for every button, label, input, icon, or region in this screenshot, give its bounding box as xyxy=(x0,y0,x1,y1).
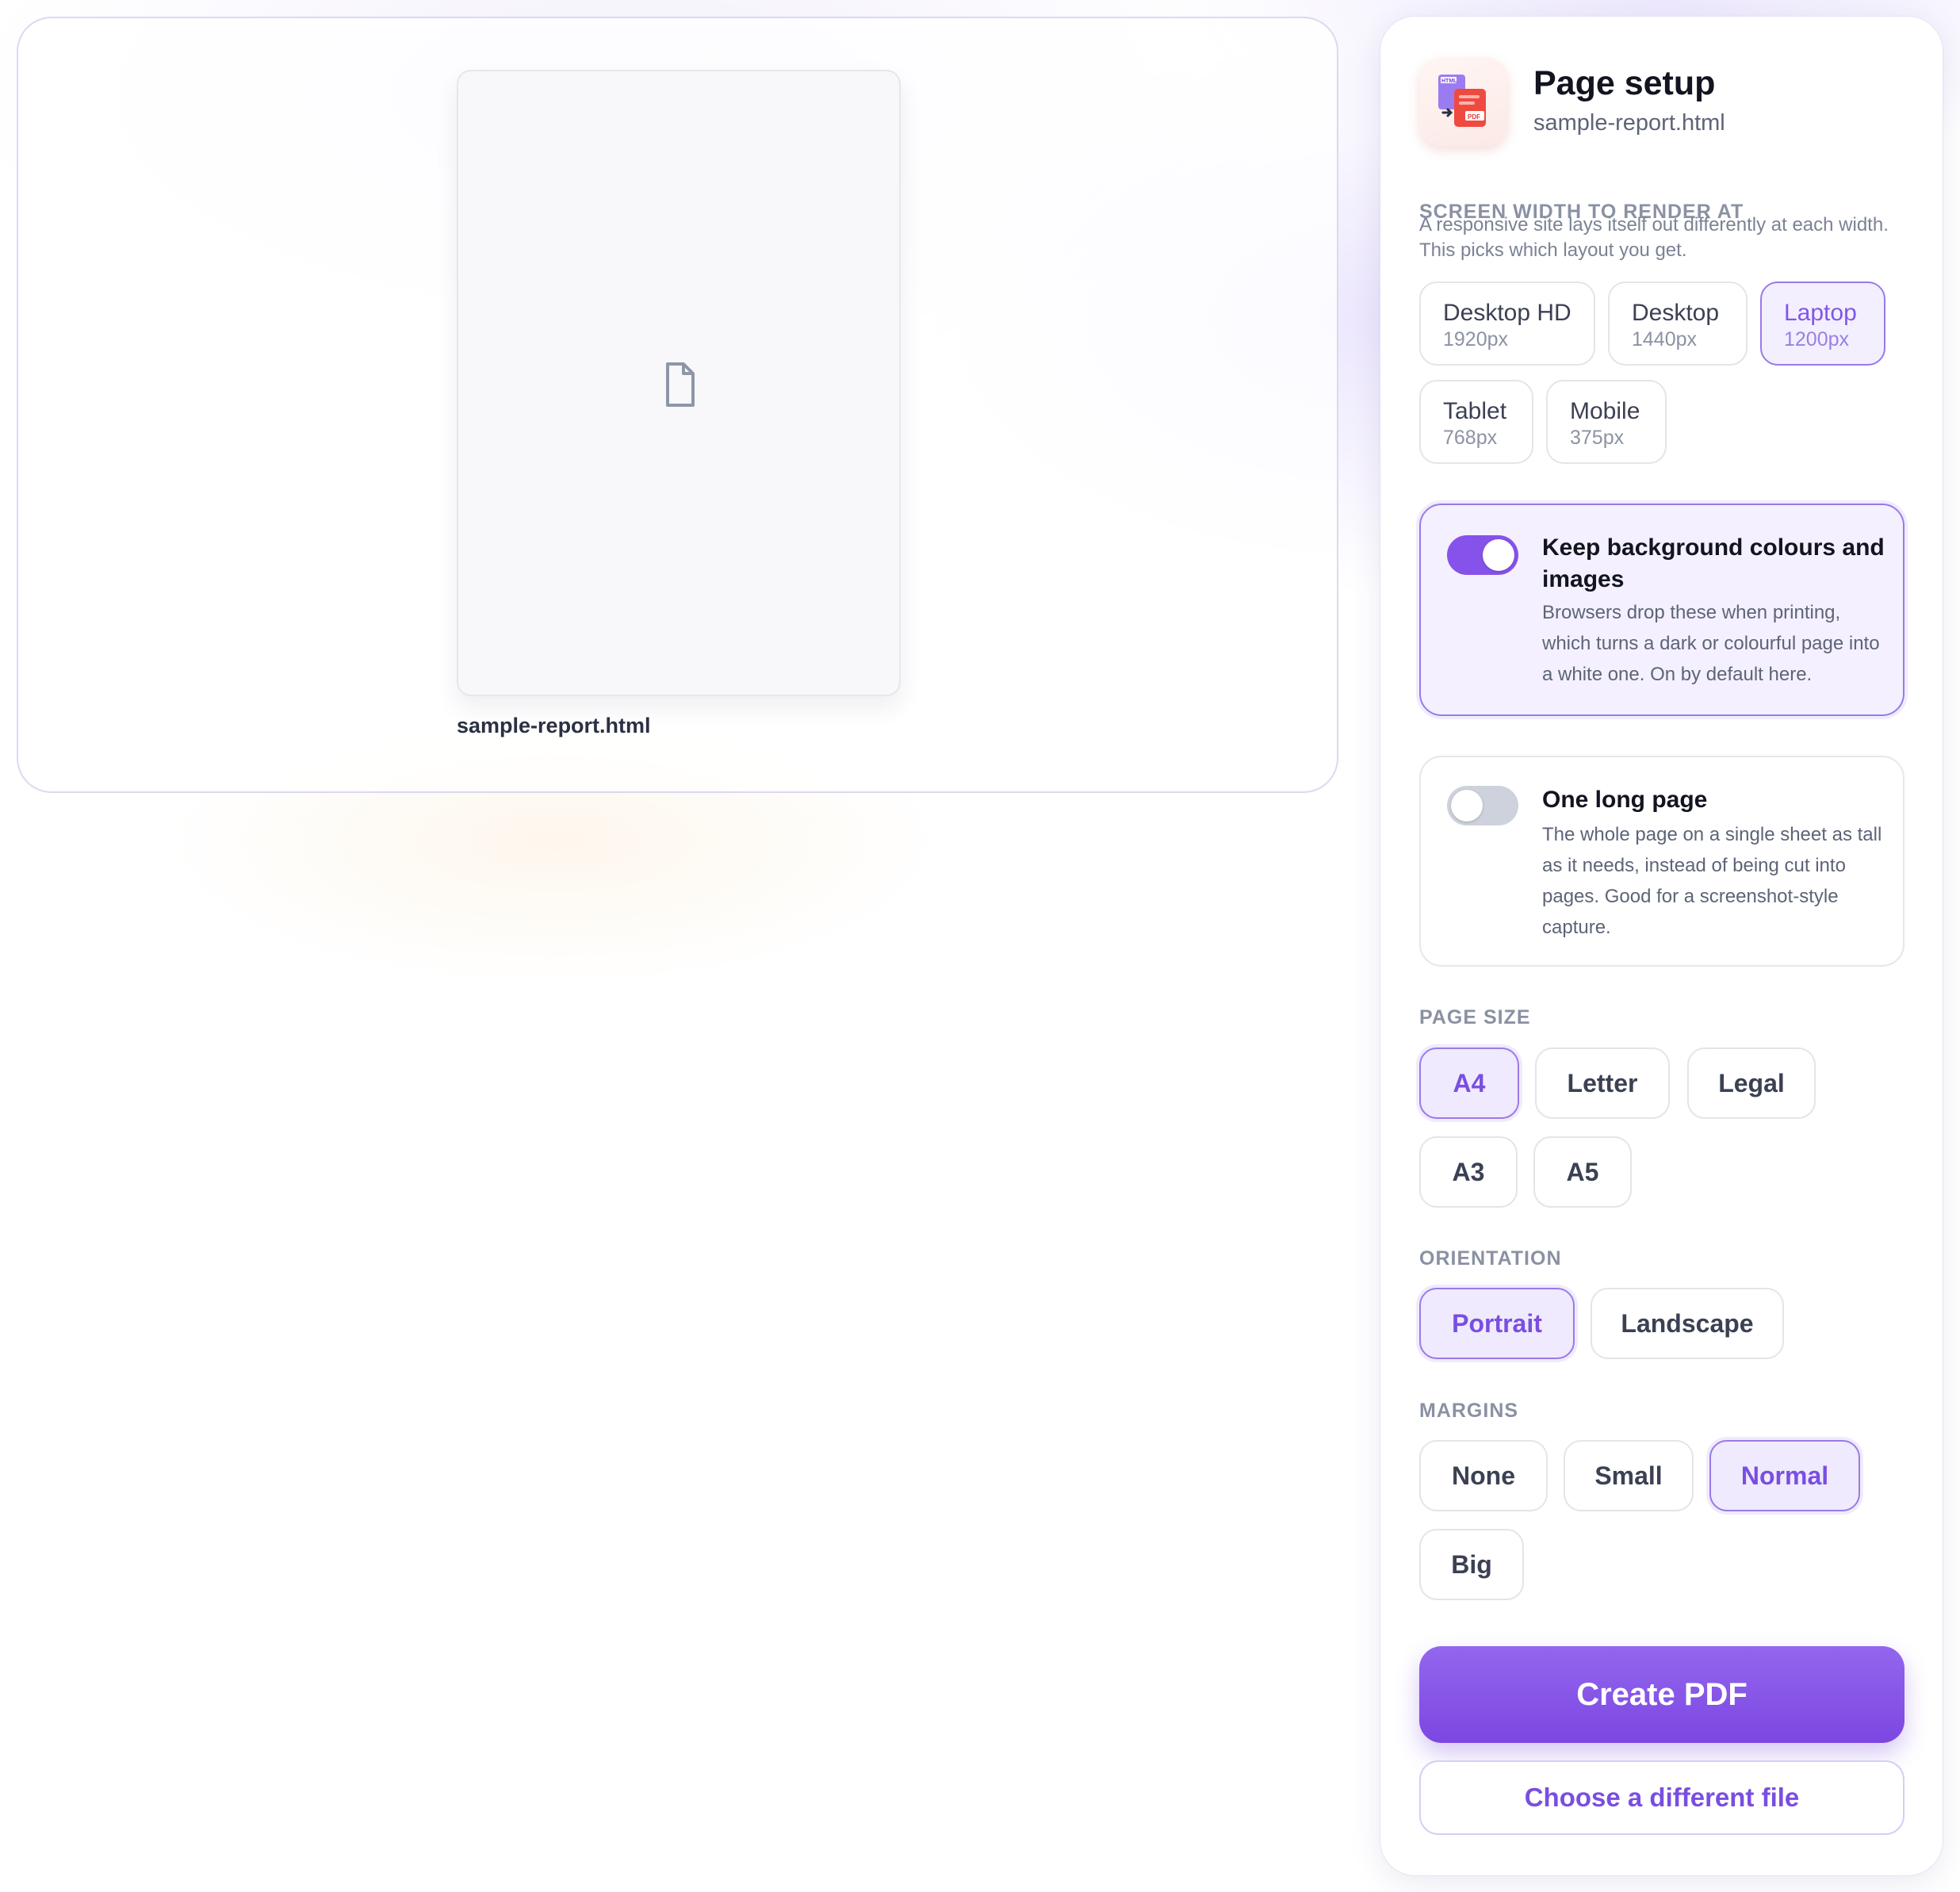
width-option-name: Desktop HD xyxy=(1443,300,1571,326)
margins-small[interactable]: Small xyxy=(1564,1440,1694,1511)
one-long-page-toggle[interactable] xyxy=(1447,786,1518,825)
width-option-name: Laptop xyxy=(1784,300,1857,326)
toggle-knob xyxy=(1451,790,1483,822)
document-icon xyxy=(666,362,695,407)
one-long-page-desc: The whole page on a single sheet as tall… xyxy=(1542,824,1882,938)
page-size-letter[interactable]: Letter xyxy=(1535,1047,1670,1119)
page-preview-thumbnail xyxy=(457,70,901,696)
orientation-label: ORIENTATION xyxy=(1419,1247,1562,1270)
orientation-landscape[interactable]: Landscape xyxy=(1591,1288,1784,1359)
width-option-name: Desktop xyxy=(1632,300,1720,326)
width-option-name: Mobile xyxy=(1570,398,1640,424)
page-size-a3[interactable]: A3 xyxy=(1419,1136,1518,1208)
html-to-pdf-icon: HTML PDF xyxy=(1419,57,1508,146)
keep-background-toggle[interactable] xyxy=(1447,535,1518,575)
svg-text:HTML: HTML xyxy=(1441,79,1457,84)
width-option-laptop[interactable]: Laptop 1200px xyxy=(1760,282,1885,366)
keep-background-option[interactable]: Keep background colours and images Brows… xyxy=(1419,504,1904,716)
margins-none[interactable]: None xyxy=(1419,1440,1548,1511)
panel-filename: sample-report.html xyxy=(1533,110,1725,136)
page-size-a5[interactable]: A5 xyxy=(1533,1136,1632,1208)
page-size-legal[interactable]: Legal xyxy=(1687,1047,1816,1119)
width-option-px: 1440px xyxy=(1632,328,1698,350)
choose-different-file-button[interactable]: Choose a different file xyxy=(1419,1760,1904,1835)
toggle-knob xyxy=(1483,539,1514,571)
margins-normal[interactable]: Normal xyxy=(1709,1440,1860,1511)
one-long-page-option[interactable]: One long page The whole page on a single… xyxy=(1419,756,1904,967)
width-option-tablet[interactable]: Tablet 768px xyxy=(1419,380,1533,464)
screen-width-help: A responsive site lays itself out differ… xyxy=(1419,214,1889,261)
margins-label: MARGINS xyxy=(1419,1400,1519,1422)
panel-title: Page setup xyxy=(1533,64,1716,102)
width-option-mobile[interactable]: Mobile 375px xyxy=(1546,380,1667,464)
keep-background-desc: Browsers drop these when printing, which… xyxy=(1542,602,1880,685)
preview-panel: sample-report.html xyxy=(17,17,1338,793)
page-setup-panel: HTML PDF Page setup sample-report.html S… xyxy=(1380,17,1943,1875)
width-option-px: 375px xyxy=(1570,427,1625,449)
margins-big[interactable]: Big xyxy=(1419,1529,1524,1600)
width-option-px: 768px xyxy=(1443,427,1498,449)
width-option-px: 1920px xyxy=(1443,328,1509,350)
preview-filename: sample-report.html xyxy=(457,714,651,737)
create-pdf-button[interactable]: Create PDF xyxy=(1419,1646,1904,1743)
width-option-px: 1200px xyxy=(1784,328,1850,350)
page-size-label: PAGE SIZE xyxy=(1419,1006,1531,1028)
one-long-page-title: One long page xyxy=(1542,787,1708,813)
width-option-desktop[interactable]: Desktop 1440px xyxy=(1608,282,1748,366)
page-size-a4[interactable]: A4 xyxy=(1419,1047,1519,1119)
orientation-portrait[interactable]: Portrait xyxy=(1419,1288,1575,1359)
width-option-name: Tablet xyxy=(1443,398,1507,424)
width-option-desktop-hd[interactable]: Desktop HD 1920px xyxy=(1419,282,1595,366)
svg-text:PDF: PDF xyxy=(1468,113,1480,121)
keep-background-title: Keep background colours and images xyxy=(1542,534,1885,592)
